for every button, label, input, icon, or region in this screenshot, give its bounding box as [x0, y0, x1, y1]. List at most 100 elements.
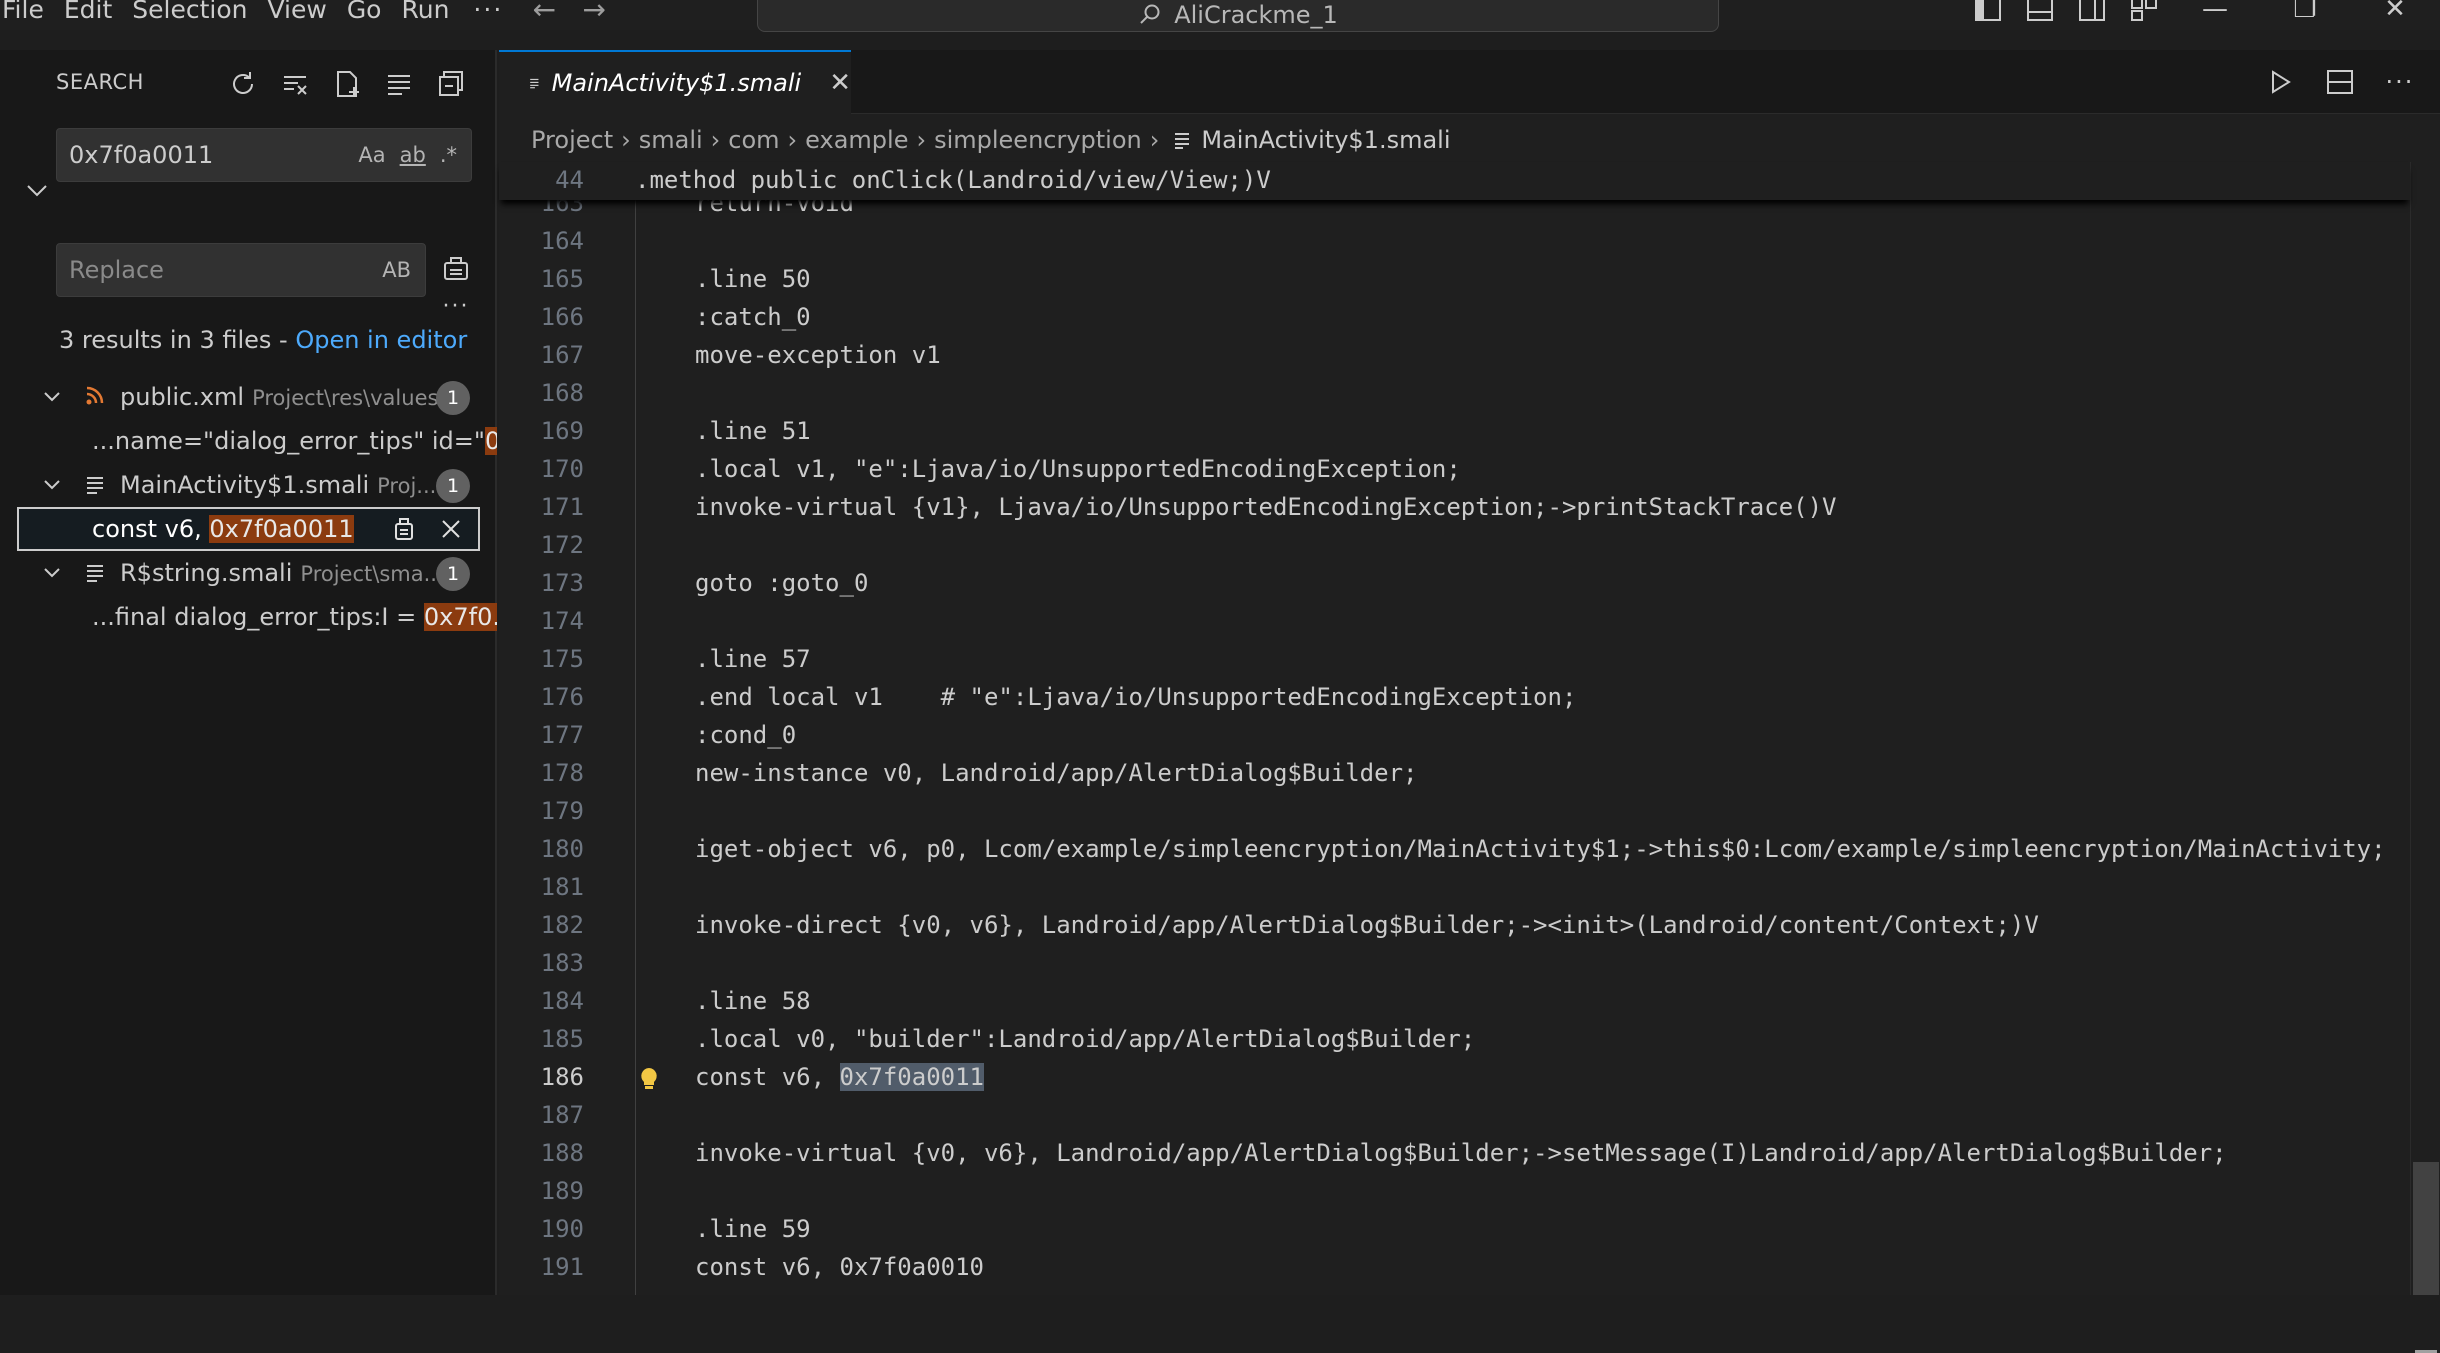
run-icon[interactable] [2260, 62, 2300, 102]
back-arrow-icon[interactable]: ← [519, 0, 569, 25]
match-whole-word-icon[interactable]: ab [400, 143, 426, 167]
refresh-icon[interactable] [220, 64, 265, 104]
result-file-path: Project\res\values [252, 386, 439, 410]
search-input[interactable]: 0x7f0a0011 Aa ab .* [56, 128, 472, 182]
code-line[interactable]: 187 [499, 1096, 2410, 1134]
breadcrumb-item[interactable]: simpleencryption [934, 126, 1142, 154]
close-tab-icon[interactable]: ✕ [829, 68, 851, 98]
code-line[interactable]: 186 const v6, 0x7f0a0011 [499, 1058, 2410, 1096]
scrollbar-thumb[interactable] [2413, 1162, 2439, 1295]
code-line[interactable]: 169 .line 51 [499, 412, 2410, 450]
chevron-down-icon[interactable] [38, 383, 66, 411]
toggle-secondary-sidebar-icon[interactable] [2066, 0, 2118, 24]
clear-results-icon[interactable] [272, 64, 317, 104]
sticky-scroll-header[interactable]: 44 .method public onClick(Landroid/view/… [499, 162, 2410, 200]
breadcrumb-item[interactable]: example [805, 126, 908, 154]
result-file-row[interactable]: public.xml Project\res\values 1 [0, 375, 497, 419]
menu-run[interactable]: Run [391, 0, 459, 25]
code-line[interactable]: 170 .local v1, "e":Ljava/io/UnsupportedEn… [499, 450, 2410, 488]
code-line[interactable]: 174 [499, 602, 2410, 640]
code-line[interactable]: 176 .end local v1 # "e":Ljava/io/Unsuppor… [499, 678, 2410, 716]
code-editor[interactable]: 163 return-void 164 165 .line 50 166:catch_0 1… [499, 200, 2410, 1295]
menu-go[interactable]: Go [337, 0, 392, 25]
code-line[interactable]: 163 return-void [499, 200, 2410, 222]
result-match-row[interactable]: ...name="dialog_error_tips" id="0... [0, 419, 497, 463]
code-line[interactable]: 181 [499, 868, 2410, 906]
lightbulb-icon[interactable] [637, 1065, 661, 1093]
breadcrumb-item[interactable]: com [728, 126, 779, 154]
code-line[interactable]: 165 .line 50 [499, 260, 2410, 298]
code-line[interactable]: 183 [499, 944, 2410, 982]
open-in-editor-link[interactable]: Open in editor [295, 326, 467, 354]
menu-more[interactable]: ··· [459, 0, 519, 25]
breadcrumb-item[interactable]: MainActivity$1.smali [1201, 126, 1450, 154]
restore-icon[interactable]: ❐ [2260, 0, 2350, 24]
menu-selection[interactable]: Selection [122, 0, 257, 25]
breadcrumb-item[interactable]: smali [639, 126, 703, 154]
code-line[interactable]: 167 move-exception v1 [499, 336, 2410, 374]
code-line[interactable]: 180 iget-object v6, p0, Lcom/example/simp… [499, 830, 2410, 868]
code-line[interactable]: 168 [499, 374, 2410, 412]
chevron-right-icon: › [1149, 126, 1160, 154]
menu-view[interactable]: View [257, 0, 336, 25]
vertical-scrollbar[interactable] [2410, 162, 2440, 1353]
code-line[interactable]: 189 [499, 1172, 2410, 1210]
line-number: 171 [540, 493, 584, 521]
code-text: :catch_0 [695, 298, 811, 336]
code-line[interactable]: 191 const v6, 0x7f0a0010 [499, 1248, 2410, 1286]
split-editor-icon[interactable] [2320, 62, 2360, 102]
window-controls: — ❐ ✕ [1962, 0, 2440, 30]
code-text: .local v0, "builder":Landroid/app/AlertD… [695, 1020, 1475, 1058]
code-line[interactable]: 185 .local v0, "builder":Landroid/app/Ale… [499, 1020, 2410, 1058]
breadcrumb-item[interactable]: Project [531, 126, 613, 154]
code-line[interactable]: 166:catch_0 [499, 298, 2410, 336]
toggle-search-details-icon[interactable]: ··· [436, 294, 476, 319]
result-file-row[interactable]: R$string.smali Project\sma... 1 [0, 551, 497, 595]
customize-layout-icon[interactable] [2118, 0, 2170, 24]
match-highlight: 0... [484, 427, 497, 455]
command-center[interactable]: AliCrackme_1 [757, 0, 1719, 32]
result-match-row-selected[interactable]: const v6, 0x7f0a0011 [17, 507, 480, 551]
code-line[interactable]: 178 new-instance v0, Landroid/app/AlertDi… [499, 754, 2410, 792]
code-line[interactable]: 172 [499, 526, 2410, 564]
preserve-case-icon[interactable]: AB [382, 258, 411, 282]
result-match-row[interactable]: ...final dialog_error_tips:I = 0x7f0... [0, 595, 497, 639]
tab-mainactivity-smali[interactable]: MainActivity$1.smali ✕ [499, 50, 851, 114]
code-text: const v6, 0x7f0a0011 [695, 1058, 984, 1096]
code-line[interactable]: 184 .line 58 [499, 982, 2410, 1020]
code-line[interactable]: 171 invoke-virtual {v1}, Ljava/io/Unsuppo… [499, 488, 2410, 526]
replace-input[interactable]: Replace AB [56, 243, 426, 297]
dismiss-match-icon[interactable] [436, 514, 466, 544]
new-search-editor-icon[interactable] [324, 64, 369, 104]
replace-match-icon[interactable] [389, 514, 419, 544]
menu-edit[interactable]: Edit [54, 0, 122, 25]
use-regex-icon[interactable]: .* [440, 143, 457, 167]
toggle-replace-chevron-icon[interactable] [22, 176, 52, 206]
replace-all-icon[interactable] [436, 248, 476, 288]
line-number: 191 [540, 1253, 584, 1281]
minimize-icon[interactable]: — [2170, 0, 2260, 24]
tab-label: MainActivity$1.smali [551, 69, 802, 97]
toggle-primary-sidebar-icon[interactable] [1962, 0, 2014, 24]
result-file-row[interactable]: MainActivity$1.smali Proj... 1 [0, 463, 497, 507]
code-line[interactable]: 179 [499, 792, 2410, 830]
code-line[interactable]: 188 invoke-virtual {v0, v6}, Landroid/app… [499, 1134, 2410, 1172]
menu-file[interactable]: File [0, 0, 54, 25]
search-sidebar: SEARCH 0x7f0a0011 Aa ab .* Replace AB ··… [0, 50, 497, 1295]
chevron-down-icon[interactable] [38, 559, 66, 587]
code-line[interactable]: 164 [499, 222, 2410, 260]
toggle-panel-icon[interactable] [2014, 0, 2066, 24]
code-line[interactable]: 175 .line 57 [499, 640, 2410, 678]
view-as-tree-icon[interactable] [376, 64, 421, 104]
code-line[interactable]: 182 invoke-direct {v0, v6}, Landroid/app/… [499, 906, 2410, 944]
collapse-all-icon[interactable] [428, 64, 473, 104]
chevron-down-icon[interactable] [38, 471, 66, 499]
menu-bar: File Edit Selection View Go Run ··· [0, 0, 519, 25]
forward-arrow-icon[interactable]: → [569, 0, 619, 25]
match-case-icon[interactable]: Aa [358, 143, 385, 167]
code-line[interactable]: 190 .line 59 [499, 1210, 2410, 1248]
more-actions-icon[interactable]: ··· [2380, 62, 2420, 102]
close-window-icon[interactable]: ✕ [2350, 0, 2440, 24]
code-line[interactable]: 177:cond_0 [499, 716, 2410, 754]
code-line[interactable]: 173 goto :goto_0 [499, 564, 2410, 602]
